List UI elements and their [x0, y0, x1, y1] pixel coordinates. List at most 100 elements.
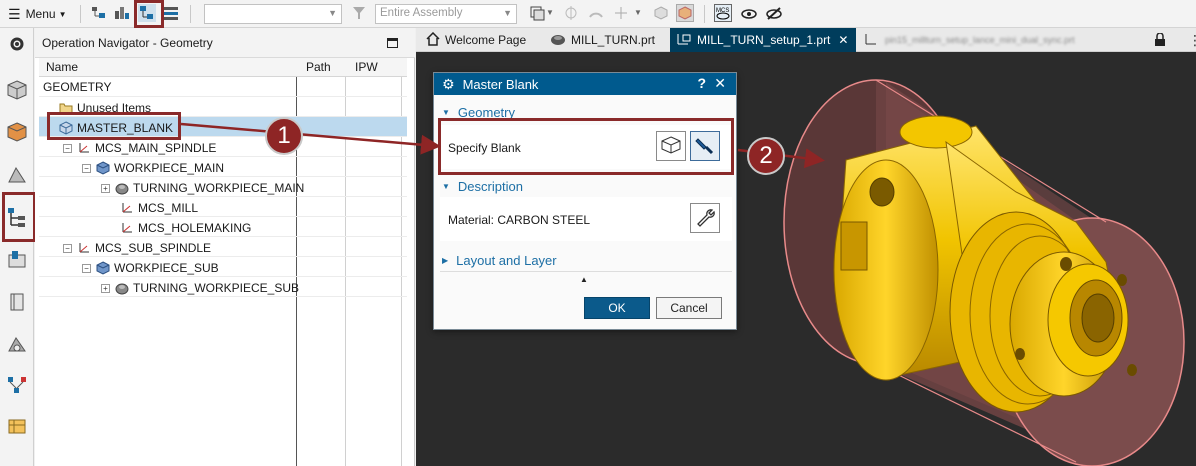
- mcs-icon: [76, 140, 92, 156]
- machine-tool-view-icon[interactable]: [113, 4, 131, 22]
- point-constructor-icon[interactable]: [612, 4, 630, 22]
- tab-label: MILL_TURN_setup_1.prt: [697, 33, 831, 47]
- edit-material-button[interactable]: [690, 203, 720, 233]
- machining-method-view-icon[interactable]: [162, 4, 180, 22]
- dialog-titlebar[interactable]: ⚙ Master Blank ? ✕: [434, 73, 736, 95]
- wrench-icon: [694, 207, 716, 230]
- collapse-toggle-icon[interactable]: −: [63, 143, 72, 153]
- machine-tool-navigator-icon[interactable]: [5, 248, 29, 272]
- specify-blank-highlight: [438, 118, 734, 175]
- home-icon: [426, 31, 440, 49]
- expand-triangle-icon: ▶: [442, 255, 449, 265]
- scope-value: Entire Assembly: [380, 7, 463, 19]
- mcs-icon: [76, 240, 92, 256]
- collapse-dialog-arrow-icon[interactable]: ▲: [580, 275, 588, 284]
- reuse-library-icon[interactable]: [5, 333, 29, 357]
- tree-row-mcs-holemaking[interactable]: MCS_HOLEMAKING: [39, 217, 407, 237]
- collapse-toggle-icon[interactable]: −: [82, 163, 91, 173]
- cancel-button[interactable]: Cancel: [656, 297, 722, 319]
- snap-point-icon[interactable]: [562, 4, 580, 22]
- collapse-toggle-icon[interactable]: −: [82, 263, 91, 273]
- column-header-path[interactable]: Path: [306, 60, 331, 74]
- collapse-triangle-icon: ▼: [442, 181, 450, 191]
- tree-row-mcs-mill[interactable]: MCS_MILL: [39, 197, 407, 217]
- close-icon[interactable]: ✕: [838, 33, 848, 47]
- operation-navigator-icon[interactable]: [5, 205, 29, 229]
- maximize-icon[interactable]: [387, 38, 398, 48]
- scope-combo[interactable]: Entire Assembly ▼: [375, 4, 517, 24]
- menu-label: Menu: [25, 7, 56, 21]
- menu-button[interactable]: ☰ Menu ▼: [8, 4, 67, 24]
- program-order-view-icon[interactable]: [90, 4, 108, 22]
- tree-row-workpiece-main[interactable]: − WORKPIECE_MAIN: [39, 157, 407, 177]
- tab-mill-turn-prt[interactable]: MILL_TURN.prt: [544, 28, 661, 52]
- tab-label: MILL_TURN.prt: [571, 33, 656, 47]
- ok-button[interactable]: OK: [584, 297, 650, 319]
- layout-and-layer-section-header[interactable]: ▶ Layout and Layer: [442, 251, 730, 269]
- turning-workpiece-icon: [114, 180, 130, 196]
- feature-group-icon[interactable]: [5, 373, 29, 397]
- gear-icon[interactable]: [5, 32, 29, 56]
- shaded-mode-icon[interactable]: [676, 4, 694, 22]
- assembly-navigator-icon[interactable]: [5, 120, 29, 144]
- callout-1: 1: [265, 117, 303, 155]
- document-tabs: Welcome Page MILL_TURN.prt MILL_TURN_set…: [416, 28, 1196, 52]
- navigator-title: Operation Navigator - Geometry: [35, 28, 415, 58]
- tab-welcome-page[interactable]: Welcome Page: [420, 28, 532, 52]
- tree-row-turning-workpiece-main[interactable]: + TURNING_WORKPIECE_MAIN: [39, 177, 407, 197]
- tree-row-workpiece-sub[interactable]: − WORKPIECE_SUB: [39, 257, 407, 277]
- hide-eye-icon[interactable]: [765, 4, 783, 22]
- mcs-icon: [119, 200, 135, 216]
- chevron-down-icon: ▼: [58, 9, 67, 19]
- expand-toggle-icon[interactable]: +: [101, 283, 110, 293]
- navigator-column-header: Name Path IPW: [39, 58, 407, 77]
- selection-filter-icon[interactable]: [528, 4, 546, 22]
- workpiece-icon: [95, 160, 111, 176]
- tree-label: GEOMETRY: [43, 80, 112, 94]
- tab-other-part[interactable]: pin15_millturn_setup_lance_mini_dual_syn…: [858, 28, 1138, 52]
- mcs-display-icon[interactable]: MCS: [714, 4, 732, 22]
- expand-toggle-icon[interactable]: +: [101, 183, 110, 193]
- geometry-view-highlight: [134, 0, 164, 28]
- material-label: Material: CARBON STEEL: [448, 213, 591, 227]
- tab-mill-turn-setup[interactable]: MILL_TURN_setup_1.prt ✕: [670, 28, 856, 52]
- workpiece-icon: [95, 260, 111, 276]
- mill-turn-part: [833, 115, 1137, 413]
- snap-arc-icon[interactable]: [587, 4, 605, 22]
- tree-label: MCS_MAIN_SPINDLE: [95, 141, 217, 155]
- machining-feature-navigator-icon[interactable]: [5, 290, 29, 314]
- column-header-name[interactable]: Name: [46, 60, 78, 74]
- master-blank-dialog: ⚙ Master Blank ? ✕ ▼ Geometry Specify Bl…: [433, 72, 737, 330]
- collapse-toggle-icon[interactable]: −: [63, 243, 72, 253]
- show-hide-icon[interactable]: [652, 4, 670, 22]
- tree-label: MCS_SUB_SPINDLE: [95, 241, 212, 255]
- resource-bar: [0, 28, 36, 466]
- turning-workpiece-icon: [114, 280, 130, 296]
- tree-row-turning-workpiece-sub[interactable]: + TURNING_WORKPIECE_SUB: [39, 277, 407, 297]
- constraint-navigator-icon[interactable]: [5, 163, 29, 187]
- hamburger-icon: ☰: [8, 5, 21, 22]
- type-filter-icon[interactable]: [350, 4, 368, 22]
- tree-row-mcs-sub-spindle[interactable]: − MCS_SUB_SPINDLE: [39, 237, 407, 257]
- master-blank-highlight: [47, 112, 181, 140]
- top-toolbar: ☰ Menu ▼ ▼ Entire Assembly ▼ ▼ ▼ MCS: [0, 0, 1196, 28]
- column-header-ipw[interactable]: IPW: [355, 60, 378, 74]
- filter-combo[interactable]: ▼: [204, 4, 342, 24]
- tree-label: TURNING_WORKPIECE_SUB: [133, 281, 300, 295]
- more-icon[interactable]: ⋮: [1188, 32, 1196, 49]
- collapse-triangle-icon: ▼: [442, 107, 450, 117]
- help-icon[interactable]: ?: [697, 75, 706, 91]
- visibility-eye-icon[interactable]: [740, 4, 758, 22]
- tree-row-mcs-main-spindle[interactable]: − MCS_MAIN_SPINDLE: [39, 137, 407, 157]
- tree-label: WORKPIECE_MAIN: [114, 161, 225, 175]
- lock-icon: [1154, 32, 1166, 50]
- part-navigator-icon[interactable]: [5, 78, 29, 102]
- tree-label: MCS_HOLEMAKING: [138, 221, 252, 235]
- chevron-down-icon: ▼: [546, 8, 554, 17]
- history-palette-icon[interactable]: [5, 414, 29, 438]
- chevron-down-icon: ▼: [328, 8, 337, 18]
- description-section-header[interactable]: ▼ Description: [442, 177, 730, 195]
- tree-row-geometry[interactable]: GEOMETRY: [39, 77, 407, 97]
- part-icon: [550, 32, 566, 49]
- close-icon[interactable]: ✕: [714, 75, 726, 92]
